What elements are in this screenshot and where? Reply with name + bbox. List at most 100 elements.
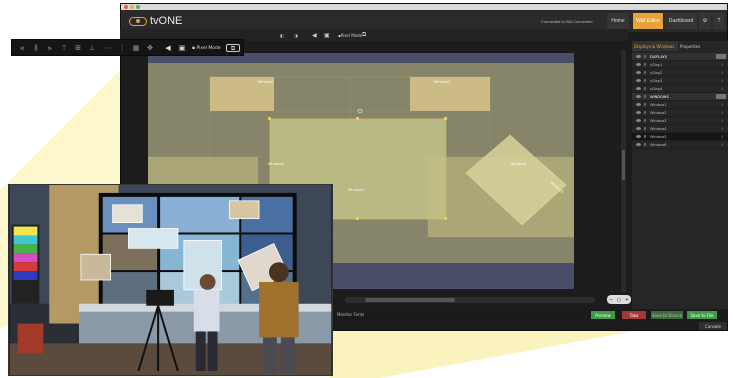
- eye-icon[interactable]: [636, 119, 641, 122]
- app-logo[interactable]: tvONE: [129, 15, 182, 27]
- zoom-reset-icon[interactable]: ○: [617, 297, 621, 303]
- layer-label: Window3: [650, 118, 667, 123]
- eye-icon[interactable]: [636, 55, 641, 58]
- eye-icon[interactable]: [636, 103, 641, 106]
- lock-icon[interactable]: [644, 135, 646, 138]
- eye-icon[interactable]: [636, 95, 641, 98]
- align-right-icon[interactable]: ◨: [294, 31, 298, 39]
- layer-item[interactable]: Window4 ×: [632, 125, 728, 133]
- layer-item-selected[interactable]: Window5 ×: [632, 133, 728, 141]
- close-icon[interactable]: ×: [721, 62, 724, 67]
- align-right-edge-icon[interactable]: ⫸: [46, 44, 54, 52]
- gear-icon[interactable]: ⚙: [699, 13, 711, 29]
- pixel-mode-label: Pixel Mode: [196, 46, 221, 51]
- eye-icon[interactable]: [636, 87, 641, 90]
- layer-item[interactable]: Window1 ×: [632, 101, 728, 109]
- lock-icon[interactable]: [644, 71, 646, 74]
- align-bottom-icon[interactable]: ⊥: [88, 44, 96, 52]
- fit-screen-icon[interactable]: ▣: [178, 44, 186, 52]
- layer-group-displays[interactable]: DISPLAYS: [632, 53, 728, 61]
- console-button[interactable]: Console: [699, 322, 727, 330]
- screen-toggle-icon[interactable]: ⧉: [362, 31, 366, 39]
- lock-icon[interactable]: [644, 63, 646, 66]
- lock-icon[interactable]: [644, 95, 646, 98]
- lock-icon[interactable]: [644, 79, 646, 82]
- align-left-edge-icon[interactable]: ⫷: [18, 44, 26, 52]
- close-icon[interactable]: ×: [721, 126, 724, 131]
- tab-properties[interactable]: Properties: [678, 41, 708, 51]
- save-to-file-button[interactable]: Save to File: [687, 311, 717, 319]
- close-icon[interactable]: ×: [721, 102, 724, 107]
- lock-icon[interactable]: [644, 119, 646, 122]
- lock-icon[interactable]: [644, 143, 646, 146]
- arrow-left-icon[interactable]: ◀: [312, 31, 317, 39]
- align-left-icon[interactable]: ◧: [280, 31, 284, 39]
- minimize-window-icon[interactable]: [130, 5, 134, 9]
- logo-text: tvONE: [150, 15, 183, 27]
- layer-label: Window1: [650, 102, 667, 107]
- horizontal-scrollbar[interactable]: [345, 297, 595, 303]
- layer-item[interactable]: vDisp4 ×: [632, 85, 728, 93]
- lock-icon[interactable]: [644, 55, 646, 58]
- close-icon[interactable]: ×: [721, 118, 724, 123]
- close-icon[interactable]: ×: [721, 86, 724, 91]
- nav-wall-editor-button[interactable]: Wall Editor: [633, 13, 663, 29]
- layer-label: vDisp3: [650, 78, 663, 83]
- eye-icon[interactable]: [636, 71, 641, 74]
- tab-displays-windows[interactable]: Displays & Windows: [632, 41, 678, 51]
- layer-label: Window5: [650, 134, 667, 139]
- layer-item[interactable]: vDisp1 ×: [632, 61, 728, 69]
- close-window-icon[interactable]: [124, 5, 128, 9]
- lock-icon[interactable]: [644, 103, 646, 106]
- grid-icon[interactable]: ▦: [132, 44, 140, 52]
- layer-group-windows[interactable]: WINDOWS: [632, 93, 728, 101]
- layer-item[interactable]: Window2 ×: [632, 109, 728, 117]
- layer-item[interactable]: vDisp3 ×: [632, 77, 728, 85]
- align-top-icon[interactable]: ⊤: [60, 44, 68, 52]
- eye-icon[interactable]: [636, 63, 641, 66]
- eye-icon[interactable]: [636, 111, 641, 114]
- layer-item[interactable]: vDisp2 ×: [632, 69, 728, 77]
- distribute-horizontal-icon[interactable]: ⋯: [104, 44, 112, 52]
- close-icon[interactable]: ×: [721, 70, 724, 75]
- pixel-mode-toggle[interactable]: ▪ Pixel Mode: [338, 31, 362, 39]
- add-display-icon[interactable]: [716, 54, 726, 59]
- layer-item[interactable]: Window6 ×: [632, 141, 728, 149]
- arrow-left-icon[interactable]: ◀: [164, 44, 172, 52]
- align-center-icon[interactable]: ⫼: [32, 44, 40, 52]
- take-button[interactable]: Take: [622, 311, 646, 319]
- zoom-out-icon[interactable]: −: [609, 297, 613, 303]
- align-middle-icon[interactable]: ⊞: [74, 44, 82, 52]
- vertical-scrollbar[interactable]: [621, 50, 626, 292]
- help-button[interactable]: ?: [713, 13, 725, 29]
- close-icon[interactable]: ×: [721, 78, 724, 83]
- zoom-controls[interactable]: − ○ +: [607, 295, 631, 304]
- red-chair: [17, 323, 44, 354]
- fit-icon[interactable]: ▣: [324, 31, 330, 39]
- close-icon[interactable]: ×: [721, 110, 724, 115]
- crosshair-icon[interactable]: ✥: [146, 44, 154, 52]
- lock-icon[interactable]: [644, 111, 646, 114]
- maximize-window-icon[interactable]: [136, 5, 140, 9]
- preview-button[interactable]: Preview: [591, 311, 615, 319]
- distribute-vertical-icon[interactable]: ⋮: [118, 44, 126, 52]
- eye-icon[interactable]: [636, 127, 641, 130]
- eye-icon[interactable]: [636, 79, 641, 82]
- close-icon[interactable]: ×: [721, 134, 724, 139]
- close-icon[interactable]: ×: [721, 142, 724, 147]
- nav-home-button[interactable]: Home: [607, 13, 629, 29]
- nav-dashboard-button[interactable]: Dashboard: [665, 13, 697, 29]
- zoom-in-icon[interactable]: +: [625, 297, 629, 303]
- horizontal-scroll-thumb[interactable]: [365, 298, 455, 302]
- color-bar-monitor: [11, 224, 40, 304]
- save-to-device-button[interactable]: Save to Device: [651, 311, 683, 319]
- lock-icon[interactable]: [644, 87, 646, 90]
- add-window-icon[interactable]: [716, 94, 726, 99]
- lock-icon[interactable]: [644, 127, 646, 130]
- vertical-scroll-thumb[interactable]: [622, 150, 625, 180]
- eye-icon[interactable]: [636, 143, 641, 146]
- layer-item[interactable]: Window3 ×: [632, 117, 728, 125]
- pixel-mode-toggle[interactable]: ▪ Pixel Mode: [192, 44, 221, 53]
- screen-toggle-icon[interactable]: ⧉: [226, 44, 240, 52]
- eye-icon[interactable]: [636, 135, 641, 138]
